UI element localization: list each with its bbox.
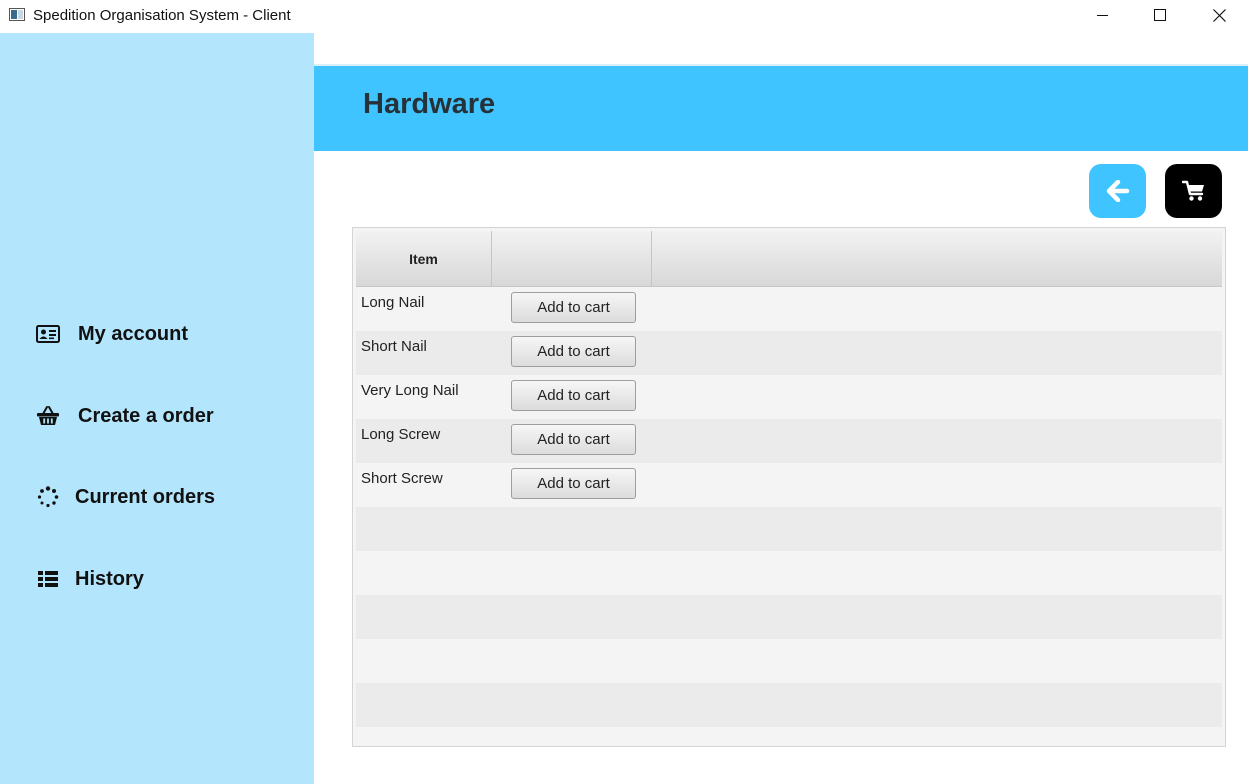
back-button[interactable] bbox=[1089, 164, 1146, 218]
table-body: Long Nail Add to cart Short Nail Add to … bbox=[356, 287, 1222, 746]
add-to-cart-button[interactable]: Add to cart bbox=[511, 336, 636, 367]
add-to-cart-button[interactable]: Add to cart bbox=[511, 424, 636, 455]
sidebar-item-label: Create a order bbox=[78, 404, 214, 427]
spinner-icon bbox=[36, 485, 60, 509]
cart-button[interactable] bbox=[1165, 164, 1222, 218]
close-icon bbox=[1212, 8, 1226, 22]
empty-table-row bbox=[356, 639, 1222, 683]
sidebar-item-label: History bbox=[75, 567, 144, 590]
sidebar-item-create-order[interactable]: Create a order bbox=[36, 404, 214, 428]
add-to-cart-button[interactable]: Add to cart bbox=[511, 292, 636, 323]
page-title: Hardware bbox=[363, 88, 496, 120]
minimize-button[interactable] bbox=[1073, 0, 1131, 30]
column-header-item[interactable]: Item bbox=[356, 231, 492, 287]
close-button[interactable] bbox=[1190, 0, 1248, 30]
minimize-icon bbox=[1096, 14, 1108, 16]
basket-icon bbox=[36, 404, 60, 428]
column-header-action[interactable] bbox=[492, 231, 652, 287]
sidebar: My account Create a order Current orders… bbox=[0, 33, 314, 784]
empty-table-row bbox=[356, 551, 1222, 595]
item-name: Very Long Nail bbox=[361, 382, 459, 399]
item-name: Short Screw bbox=[361, 470, 443, 487]
add-to-cart-button[interactable]: Add to cart bbox=[511, 468, 636, 499]
arrow-left-icon bbox=[1106, 180, 1129, 202]
item-name: Long Screw bbox=[361, 426, 441, 443]
table-row[interactable]: Short Nail Add to cart bbox=[356, 331, 1222, 375]
maximize-button[interactable] bbox=[1131, 0, 1189, 30]
table-row[interactable]: Very Long Nail Add to cart bbox=[356, 375, 1222, 419]
maximize-icon bbox=[1154, 9, 1166, 21]
page-header: Hardware bbox=[314, 66, 1248, 151]
item-name: Long Nail bbox=[361, 294, 425, 311]
empty-table-row bbox=[356, 507, 1222, 551]
items-table: Item Long Nail Add to cart Short Nail Ad… bbox=[352, 227, 1226, 747]
table-header: Item bbox=[356, 231, 1222, 287]
table-row[interactable]: Long Nail Add to cart bbox=[356, 287, 1222, 331]
window-title: Spedition Organisation System - Client bbox=[33, 7, 291, 24]
sidebar-item-current-orders[interactable]: Current orders bbox=[36, 485, 215, 509]
sidebar-item-label: My account bbox=[78, 322, 189, 345]
shopping-cart-icon bbox=[1181, 180, 1204, 201]
id-card-icon bbox=[36, 322, 60, 346]
sidebar-item-history[interactable]: History bbox=[36, 567, 144, 591]
list-icon bbox=[36, 567, 60, 591]
empty-table-row bbox=[356, 595, 1222, 639]
table-row[interactable]: Long Screw Add to cart bbox=[356, 419, 1222, 463]
window-titlebar: Spedition Organisation System - Client bbox=[0, 0, 1248, 33]
sidebar-item-my-account[interactable]: My account bbox=[36, 322, 188, 346]
empty-table-row bbox=[356, 683, 1222, 727]
sidebar-item-label: Current orders bbox=[75, 485, 216, 508]
item-name: Short Nail bbox=[361, 338, 427, 355]
add-to-cart-button[interactable]: Add to cart bbox=[511, 380, 636, 411]
app-icon bbox=[9, 8, 25, 21]
empty-table-row bbox=[356, 727, 1222, 746]
table-row[interactable]: Short Screw Add to cart bbox=[356, 463, 1222, 507]
